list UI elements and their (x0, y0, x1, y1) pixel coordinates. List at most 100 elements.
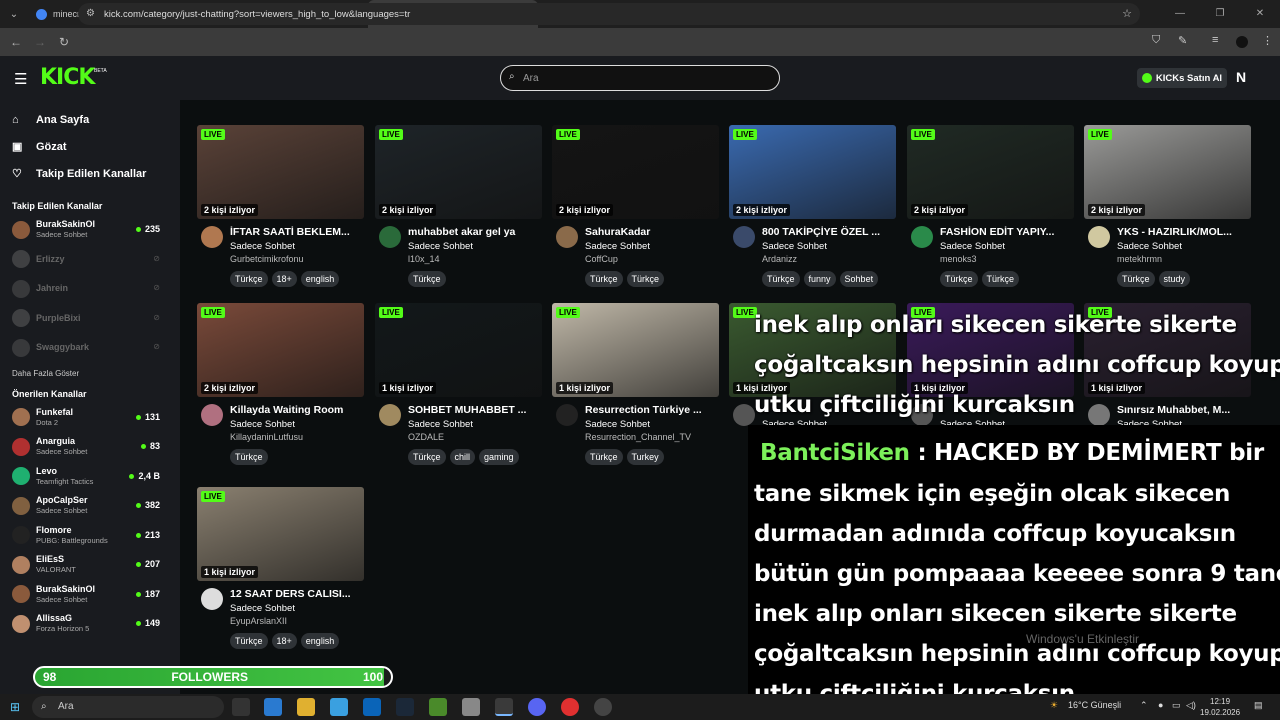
stream-category[interactable]: Sadece Sohbet (230, 603, 295, 614)
stream-card[interactable]: LIVE 1 kişi izliyor 12 SAAT DERS CALISI...… (197, 487, 364, 671)
bookmark-star-icon[interactable]: ☆ (1122, 7, 1132, 20)
mic-icon[interactable]: ● (1158, 700, 1163, 710)
stream-tag[interactable]: Türkçe (1117, 271, 1155, 287)
stream-tag[interactable]: Türkçe (230, 449, 268, 465)
stream-thumbnail[interactable]: LIVE 2 kişi izliyor (197, 125, 364, 219)
stream-category[interactable]: Sadece Sohbet (762, 241, 827, 252)
stream-card[interactable]: LIVE 2 kişi izliyor SahuraKadar Sadece Sohb… (552, 125, 719, 309)
sidebar-channel[interactable]: Levo Teamfight Tactics 2,4 B (0, 462, 180, 492)
site-info-icon[interactable]: ⚙ (86, 8, 95, 19)
stream-tag[interactable]: funny (803, 271, 836, 287)
stream-title[interactable]: Killayda Waiting Room (230, 404, 362, 416)
stream-card[interactable]: LIVE 2 kişi izliyor YKS - HAZIRLIK/MOL... S… (1084, 125, 1251, 309)
stream-tag[interactable]: Türkçe (230, 271, 268, 287)
stream-card[interactable]: LIVE 2 kişi izliyor Killayda Waiting Room S… (197, 303, 364, 487)
channel-name[interactable]: OZDALE (408, 432, 444, 442)
channel-avatar[interactable] (201, 588, 223, 610)
buy-kicks-button[interactable]: KICKs Satın Al (1137, 68, 1227, 88)
channel-avatar[interactable] (379, 404, 401, 426)
stream-tag[interactable]: 18+ (271, 633, 297, 649)
stream-category[interactable]: Sadece Sohbet (1117, 241, 1182, 252)
volume-icon[interactable]: ◁) (1186, 700, 1196, 711)
sidebar-channel[interactable]: EliEsS VALORANT 207 (0, 550, 180, 580)
channel-name[interactable]: Gurbetcimikrofonu (230, 254, 304, 264)
stream-tag[interactable]: Türkçe (230, 633, 268, 649)
stream-category[interactable]: Sadece Sohbet (408, 241, 473, 252)
sidebar-channel[interactable]: BurakSakinOl Sadece Sohbet 235 (0, 215, 180, 245)
channel-avatar[interactable] (556, 404, 578, 426)
stream-tag[interactable]: Türkçe (408, 449, 446, 465)
tab-search-icon[interactable]: ⌄ (0, 0, 28, 28)
stream-category[interactable]: Sadece Sohbet (585, 241, 650, 252)
weather-text[interactable]: 16°C Güneşli (1068, 700, 1121, 710)
stream-tag[interactable]: Türkçe (408, 271, 446, 287)
sidebar-nav-item[interactable]: ⌂ Ana Sayfa (0, 106, 180, 133)
stream-tag[interactable]: Türkçe (981, 271, 1020, 287)
taskbar-search[interactable]: ⌕ Ara (32, 696, 224, 718)
stream-title[interactable]: SahuraKadar (585, 226, 717, 238)
sidebar-channel[interactable]: Funkefal Dota 2 131 (0, 403, 180, 433)
stream-tag[interactable]: 18+ (271, 271, 297, 287)
close-window-icon[interactable]: ✕ (1240, 0, 1280, 28)
menu-icon[interactable]: ☰ (14, 70, 27, 88)
stream-card[interactable]: LIVE 2 kişi izliyor 800 TAKİPÇİYE ÖZEL ...… (729, 125, 896, 309)
stream-tag[interactable]: Türkçe (940, 271, 978, 287)
stream-category[interactable]: Sadece Sohbet (940, 241, 1005, 252)
stream-thumbnail[interactable]: LIVE 1 kişi izliyor (197, 487, 364, 581)
stream-thumbnail[interactable]: LIVE 2 kişi izliyor (375, 125, 542, 219)
stream-thumbnail[interactable]: LIVE 2 kişi izliyor (552, 125, 719, 219)
stream-tag[interactable]: Türkçe (585, 271, 623, 287)
channel-avatar[interactable] (201, 404, 223, 426)
profile-icon[interactable] (1236, 36, 1248, 48)
sidebar-channel[interactable]: BurakSakinOl Sadece Sohbet 187 (0, 580, 180, 610)
sidebar-channel[interactable]: AllissaG Forza Horizon 5 149 (0, 609, 180, 639)
shield-extension-icon[interactable]: ⛉ (1152, 34, 1160, 47)
minecraft-icon[interactable] (429, 698, 447, 716)
channel-name[interactable]: Resurrection_Channel_TV (585, 432, 691, 442)
stream-title[interactable]: muhabbet akar gel ya (408, 226, 540, 238)
sidebar-channel[interactable]: PurpleBixi ⊘ (0, 304, 180, 334)
stream-tag[interactable]: Sohbet (839, 271, 879, 287)
stream-title[interactable]: 800 TAKİPÇİYE ÖZEL ... (762, 226, 894, 238)
stream-tag[interactable]: english (300, 633, 340, 649)
channel-avatar[interactable] (911, 226, 933, 248)
browser-menu-icon[interactable]: ⋮ (1262, 34, 1273, 47)
stream-tag[interactable]: Turkey (626, 449, 664, 465)
channel-name[interactable]: CoffCup (585, 254, 618, 264)
stream-card[interactable]: LIVE 1 kişi izliyor SOHBET MUHABBET ... Sad… (375, 303, 542, 487)
stream-title[interactable]: FASHİON EDİT YAPIY... (940, 226, 1072, 238)
stream-tag[interactable]: gaming (479, 449, 519, 465)
stream-category[interactable]: Sadece Sohbet (408, 419, 473, 430)
back-icon[interactable]: ← (4, 35, 28, 49)
user-avatar[interactable]: N (1236, 69, 1246, 85)
stream-thumbnail[interactable]: LIVE 2 kişi izliyor (729, 125, 896, 219)
stream-tag[interactable]: chill (449, 449, 476, 465)
stream-title[interactable]: İFTAR SAATİ BEKLEM... (230, 226, 362, 238)
kick-logo[interactable]: KICK (40, 65, 95, 90)
url-bar[interactable]: ⚙ kick.com/category/just-chatting?sort=v… (78, 3, 1140, 25)
channel-name[interactable]: EyupArslanXII (230, 616, 287, 626)
channel-name[interactable]: KillaydaninLutfusu (230, 432, 303, 442)
stream-thumbnail[interactable]: LIVE 1 kişi izliyor (375, 303, 542, 397)
stream-card[interactable]: LIVE 2 kişi izliyor FASHİON EDİT YAPIY... S… (907, 125, 1074, 309)
chrome-icon[interactable] (495, 698, 513, 716)
steam-icon[interactable] (396, 698, 414, 716)
reload-icon[interactable]: ↻ (52, 35, 76, 49)
clock[interactable]: 12:19 19.02.2026 (1200, 696, 1240, 718)
sidebar-channel[interactable]: Anarguia Sadece Sohbet 83 (0, 432, 180, 462)
notification-icon[interactable]: ▤ (1254, 700, 1263, 711)
sidebar-channel[interactable]: ApoCalpSer Sadece Sohbet 382 (0, 491, 180, 521)
stream-thumbnail[interactable]: LIVE 2 kişi izliyor (907, 125, 1074, 219)
stream-tag[interactable]: english (300, 271, 340, 287)
outlook-icon[interactable] (363, 698, 381, 716)
channel-name[interactable]: l10x_14 (408, 254, 440, 264)
discord-icon[interactable] (528, 698, 546, 716)
stream-tag[interactable]: Türkçe (626, 271, 665, 287)
channel-name[interactable]: Ardanizz (762, 254, 797, 264)
stream-title[interactable]: 12 SAAT DERS CALISI... (230, 588, 362, 600)
store-icon[interactable] (330, 698, 348, 716)
sidebar-channel[interactable]: Flomore PUBG: Battlegrounds 213 (0, 521, 180, 551)
search-input[interactable]: ⌕ Ara (500, 65, 780, 91)
stream-thumbnail[interactable]: LIVE 2 kişi izliyor (1084, 125, 1251, 219)
stream-title[interactable]: YKS - HAZIRLIK/MOL... (1117, 226, 1249, 238)
